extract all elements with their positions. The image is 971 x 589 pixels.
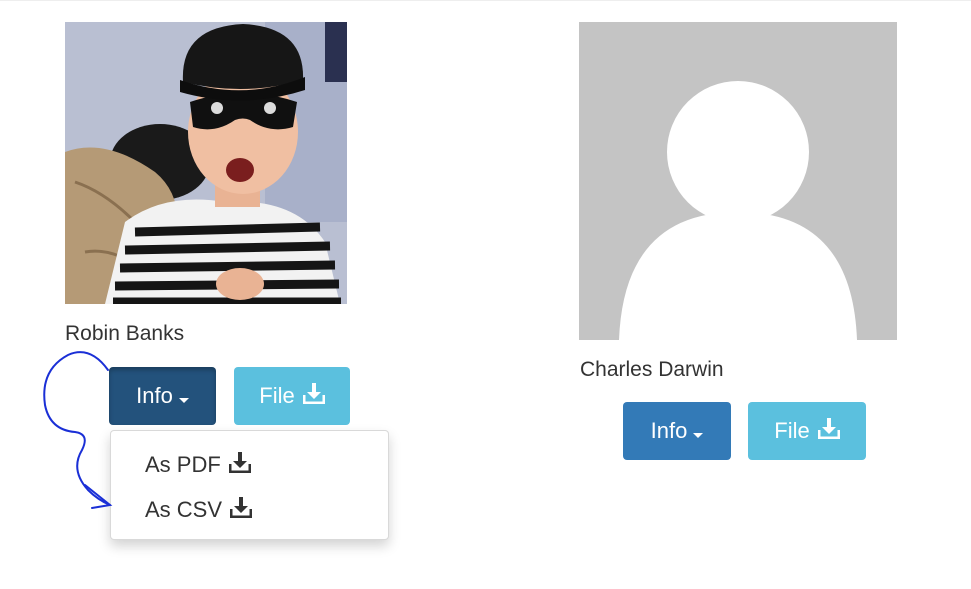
download-icon: [229, 496, 253, 524]
dropdown-item-label: As PDF: [145, 452, 221, 477]
profile-photo-placeholder: [579, 22, 897, 340]
file-download-button[interactable]: File: [748, 402, 866, 460]
download-icon: [228, 451, 252, 479]
dropdown-item-as-csv[interactable]: As CSV: [145, 496, 253, 524]
info-dropdown-menu: As PDF As CSV: [110, 430, 389, 540]
download-icon: [817, 417, 841, 445]
caret-down-icon: [693, 432, 704, 438]
info-dropdown-button[interactable]: Info: [109, 367, 216, 425]
dropdown-item-as-pdf[interactable]: As PDF: [145, 451, 252, 479]
info-button-label: Info: [136, 383, 173, 408]
profile-photo-robin-banks: [65, 22, 347, 304]
caret-down-icon: [178, 397, 189, 403]
download-icon: [302, 382, 326, 410]
file-download-button[interactable]: File: [234, 367, 350, 425]
card-name-robin-banks: Robin Banks: [65, 322, 185, 345]
burglar-photo-image: [65, 22, 347, 304]
top-divider: [0, 0, 971, 1]
file-button-label: File: [259, 383, 295, 408]
info-dropdown-button[interactable]: Info: [623, 402, 731, 460]
default-avatar-icon: [579, 22, 897, 340]
card-name-charles-darwin: Charles Darwin: [580, 358, 724, 381]
info-button-label: Info: [650, 418, 688, 443]
file-button-label: File: [774, 418, 810, 443]
dropdown-item-label: As CSV: [145, 497, 223, 522]
